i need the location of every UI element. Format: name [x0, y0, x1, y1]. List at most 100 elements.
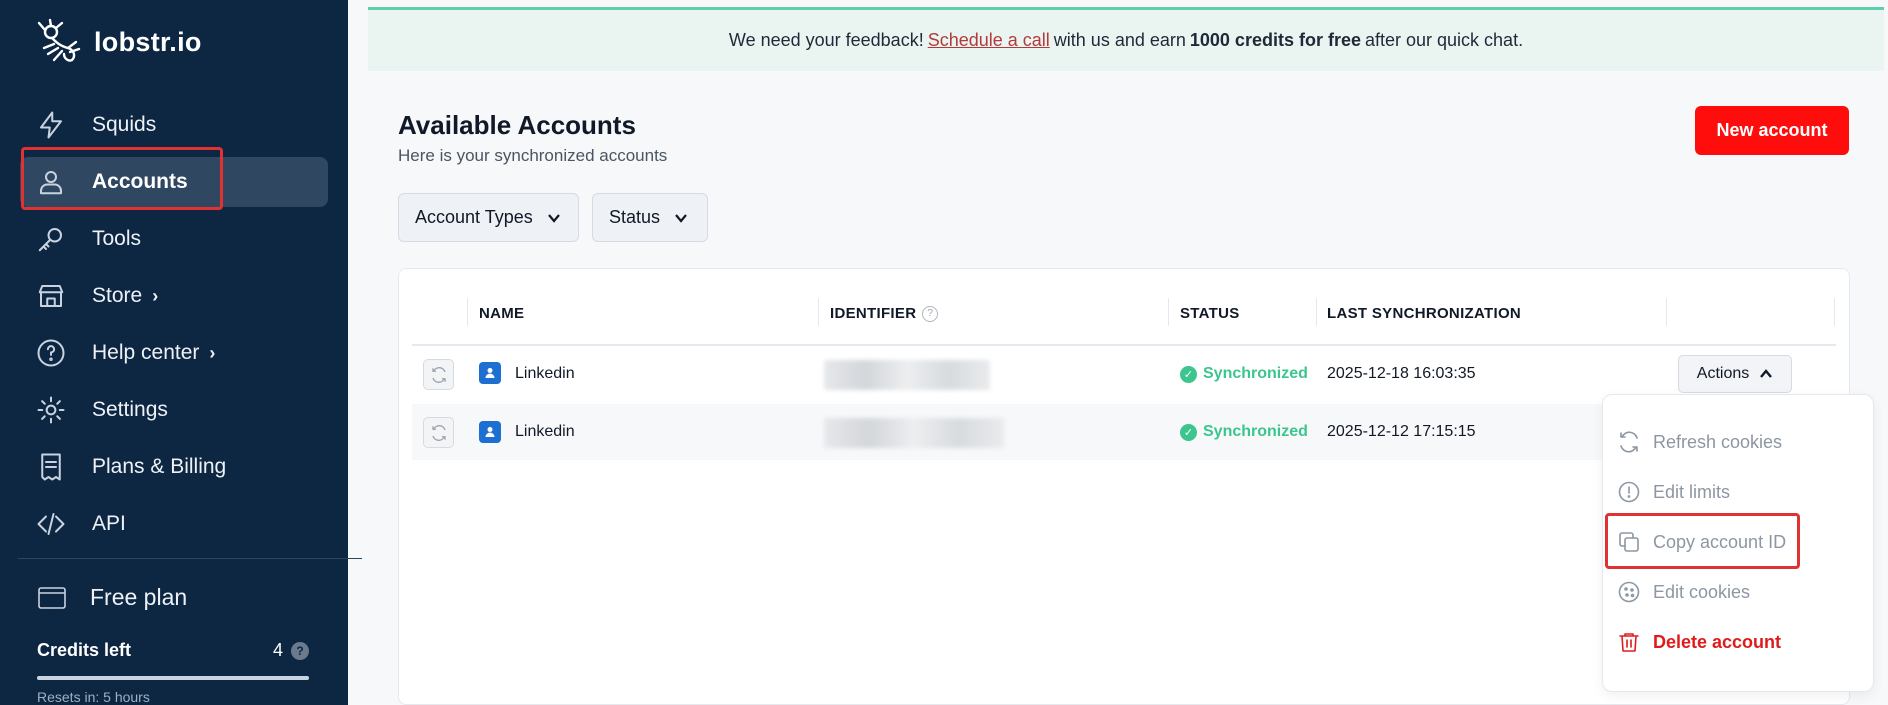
linkedin-user-icon — [479, 362, 501, 384]
column-header-last-sync[interactable]: LAST SYNCHRONIZATION — [1327, 305, 1521, 322]
column-header-name[interactable]: NAME — [479, 305, 524, 322]
sidebar-item-squids[interactable]: Squids — [20, 100, 328, 150]
chevron-down-icon — [675, 213, 687, 223]
sidebar-item-accounts[interactable]: Accounts — [20, 157, 328, 207]
last-sync-time: 2025-12-12 17:15:15 — [1327, 423, 1476, 440]
column-header-identifier[interactable]: IDENTIFIER ? — [830, 305, 939, 322]
menu-item-refresh-cookies[interactable]: Refresh cookies — [1617, 430, 1782, 454]
chevron-right-icon: › — [209, 342, 216, 363]
banner-prefix: We need your feedback! — [728, 30, 924, 50]
new-account-button[interactable]: New account — [1695, 106, 1849, 155]
column-header-status[interactable]: STATUS — [1180, 305, 1240, 322]
menu-item-label: Edit limits — [1653, 481, 1731, 502]
card-icon — [38, 586, 66, 609]
alert-circle-icon — [1618, 481, 1640, 503]
menu-item-edit-limits[interactable]: Edit limits — [1617, 480, 1730, 504]
help-icon[interactable]: ? — [291, 641, 309, 660]
status-label: Synchronized — [1203, 365, 1308, 382]
key-icon — [36, 224, 66, 254]
gear-icon — [36, 395, 66, 425]
sidebar-item-label: Accounts — [92, 170, 188, 193]
sidebar-item-label: Settings — [92, 398, 168, 421]
sidebar-item-label: Help center — [92, 341, 200, 364]
chevron-down-icon — [547, 213, 560, 223]
lightning-icon — [36, 110, 66, 140]
chevron-right-icon: › — [152, 285, 159, 306]
column-separator — [1316, 298, 1317, 326]
check-circle-icon: ✓ — [1180, 423, 1197, 441]
help-icon[interactable]: ? — [922, 305, 939, 322]
column-separator — [1168, 298, 1169, 326]
plan-label: Free plan — [90, 584, 188, 610]
sidebar-item-label: Plans & Billing — [92, 455, 227, 478]
plan-link[interactable]: Free plan — [38, 584, 187, 611]
page-subtitle: Here is your synchronized accounts — [398, 146, 668, 165]
receipt-icon — [36, 452, 66, 482]
filter-label: Account Types — [415, 207, 533, 227]
banner-credits: 1000 credits for free — [1189, 30, 1361, 50]
credits-value: 4 — [272, 640, 283, 660]
sidebar-item-plans-billing[interactable]: Plans & Billing — [20, 442, 328, 492]
sidebar-item-settings[interactable]: Settings — [20, 385, 328, 435]
menu-item-delete-account[interactable]: Delete account — [1617, 630, 1781, 654]
page-title: Available Accounts — [398, 110, 636, 140]
credits-label: Credits left — [37, 640, 132, 660]
sidebar-item-api[interactable]: API — [20, 499, 328, 549]
column-separator — [1666, 298, 1667, 326]
credits-progress-fill — [37, 676, 309, 680]
refresh-icon — [1620, 431, 1638, 453]
sync-button[interactable] — [423, 417, 454, 448]
store-icon — [36, 281, 66, 311]
sidebar: lobstr.io Squids Accounts Tools Store › … — [0, 0, 362, 705]
sidebar-divider — [18, 558, 362, 559]
sidebar-item-label: Store — [92, 284, 143, 307]
trash-icon — [1619, 633, 1639, 652]
menu-item-copy-account-id[interactable]: Copy account ID — [1617, 530, 1786, 554]
column-separator — [818, 298, 819, 326]
copy-icon — [1619, 532, 1639, 552]
linkedin-user-icon — [479, 421, 501, 443]
refresh-icon — [431, 424, 446, 441]
menu-item-label: Delete account — [1653, 631, 1782, 652]
sidebar-item-label: Squids — [92, 113, 157, 136]
cookie-icon — [1618, 581, 1640, 603]
menu-item-label: Refresh cookies — [1653, 431, 1783, 452]
credits-reset-text: Resets in: 5 hours — [37, 689, 150, 705]
credits-progress — [37, 676, 309, 680]
account-name: Linkedin — [515, 423, 575, 440]
status-badge: ✓ Synchronized — [1180, 365, 1308, 383]
redacted-identifier — [824, 360, 990, 390]
sidebar-item-tools[interactable]: Tools — [20, 214, 328, 264]
logo[interactable]: lobstr.io — [34, 18, 202, 66]
sidebar-nav: Squids Accounts Tools Store › Help cente… — [20, 100, 328, 556]
check-circle-icon: ✓ — [1180, 365, 1197, 383]
sidebar-item-help-center[interactable]: Help center › — [20, 328, 328, 378]
column-separator — [1834, 298, 1835, 326]
lobster-logo-icon — [37, 18, 81, 62]
refresh-icon — [431, 366, 446, 383]
sidebar-item-store[interactable]: Store › — [20, 271, 328, 321]
account-name: Linkedin — [515, 365, 575, 382]
actions-label: Actions — [1696, 365, 1750, 382]
banner-suffix: after our quick chat. — [1364, 30, 1524, 50]
actions-button[interactable]: Actions — [1678, 355, 1792, 393]
feedback-banner: We need your feedback! Schedule a call w… — [368, 7, 1884, 71]
help-icon — [36, 338, 66, 368]
menu-item-label: Edit cookies — [1653, 581, 1751, 602]
menu-item-label: Copy account ID — [1653, 531, 1787, 552]
column-header-label: IDENTIFIER — [830, 305, 917, 322]
status-filter[interactable]: Status — [592, 193, 708, 242]
menu-item-edit-cookies[interactable]: Edit cookies — [1617, 580, 1750, 604]
last-sync-time: 2025-12-18 16:03:35 — [1327, 365, 1476, 382]
user-icon — [36, 167, 66, 197]
sync-button[interactable] — [423, 359, 454, 390]
account-types-filter[interactable]: Account Types — [398, 193, 579, 242]
redacted-identifier — [824, 418, 1004, 448]
status-badge: ✓ Synchronized — [1180, 423, 1308, 441]
sidebar-item-label: API — [92, 512, 126, 535]
schedule-call-link[interactable]: Schedule a call — [928, 30, 1050, 51]
chevron-up-icon — [1760, 369, 1773, 378]
credits-info: Credits left 4 ? — [37, 640, 309, 661]
status-label: Synchronized — [1203, 423, 1308, 440]
column-separator — [467, 298, 468, 326]
